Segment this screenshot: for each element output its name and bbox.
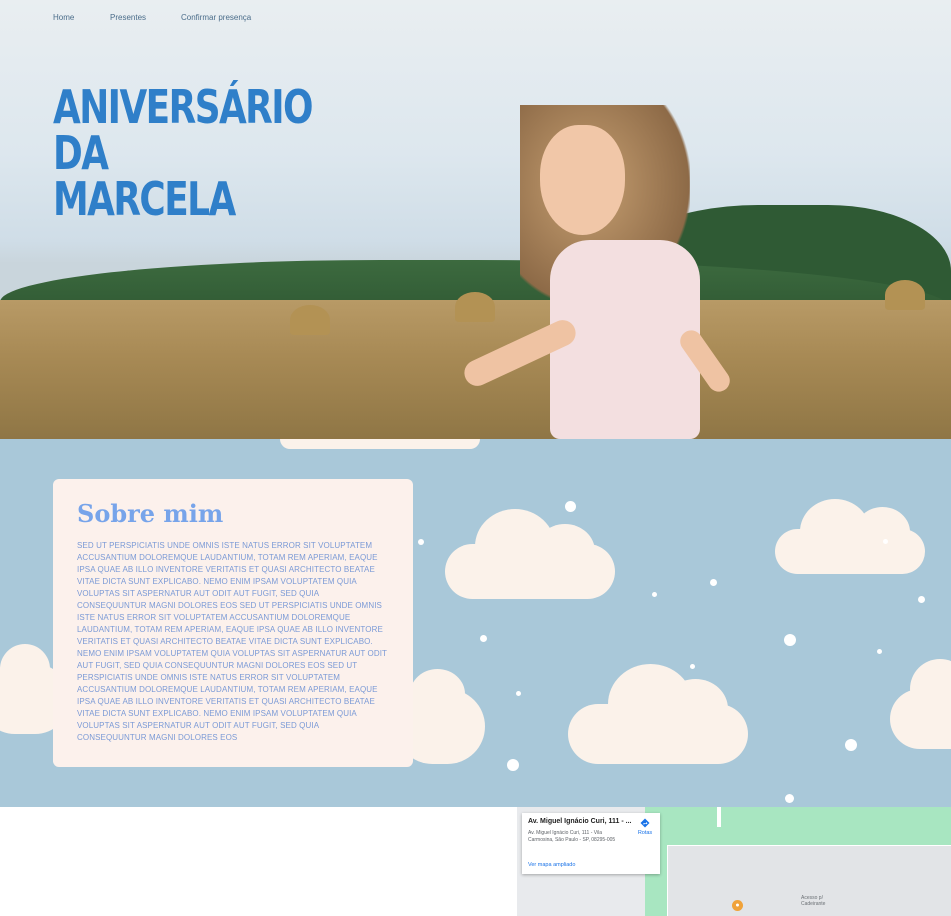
dot-decoration (883, 539, 888, 544)
about-text: Sed ut perspiciatis unde omnis iste natu… (77, 541, 387, 742)
cloud-decoration (280, 439, 480, 449)
cloud-decoration (775, 499, 925, 574)
cloud-decoration (890, 659, 951, 749)
dot-decoration (516, 691, 521, 696)
map-place-label: Acesso p/ Cadeirante (801, 895, 826, 907)
nav-presentes-link[interactable]: Presentes (110, 13, 146, 22)
dot-decoration (845, 739, 857, 751)
map-place-address: Av. Miguel Ignácio Curi, 111 - Vila Carm… (528, 830, 616, 843)
dot-decoration (710, 579, 717, 586)
map-info-card: Av. Miguel Ignácio Curi, 111 - ... Av. M… (522, 813, 660, 874)
map-directions-button[interactable]: Rotas (634, 818, 656, 836)
dot-decoration (480, 635, 487, 642)
map-embed[interactable]: ● Acesso p/ Cadeirante Av. Miguel Ignáci… (517, 807, 951, 916)
page-title: ANIVERSÁRIO DA MARCELA (53, 80, 314, 226)
dot-decoration (785, 794, 794, 803)
nav-home-link[interactable]: Home (53, 13, 74, 22)
map-pin-icon[interactable]: ● (732, 900, 743, 911)
about-title: Sobre mim (77, 499, 224, 528)
dot-decoration (918, 596, 925, 603)
map-directions-label: Rotas (637, 830, 653, 836)
dot-decoration (507, 759, 519, 771)
about-section: Sobre mim Sed ut perspiciatis unde omnis… (0, 439, 951, 807)
hero-section: Home Presentes Confirmar presença ANIVER… (0, 0, 951, 439)
hay-bale (290, 305, 330, 335)
about-card: Sobre mim Sed ut perspiciatis unde omnis… (53, 479, 413, 767)
dot-decoration (652, 592, 657, 597)
hay-bale (885, 280, 925, 310)
dot-decoration (418, 539, 424, 545)
map-road (717, 807, 721, 827)
dot-decoration (784, 634, 796, 646)
dot-decoration (565, 501, 576, 512)
map-place-title: Av. Miguel Ignácio Curi, 111 - ... (528, 818, 632, 825)
dot-decoration (877, 649, 882, 654)
directions-icon (640, 818, 650, 828)
map-larger-link[interactable]: Ver mapa ampliado (528, 862, 575, 868)
hero-photo-girl (440, 100, 740, 439)
cloud-decoration (568, 664, 748, 764)
cloud-decoration (445, 509, 615, 599)
dot-decoration (690, 664, 695, 669)
nav-confirmar-presenca-link[interactable]: Confirmar presença (181, 13, 251, 22)
